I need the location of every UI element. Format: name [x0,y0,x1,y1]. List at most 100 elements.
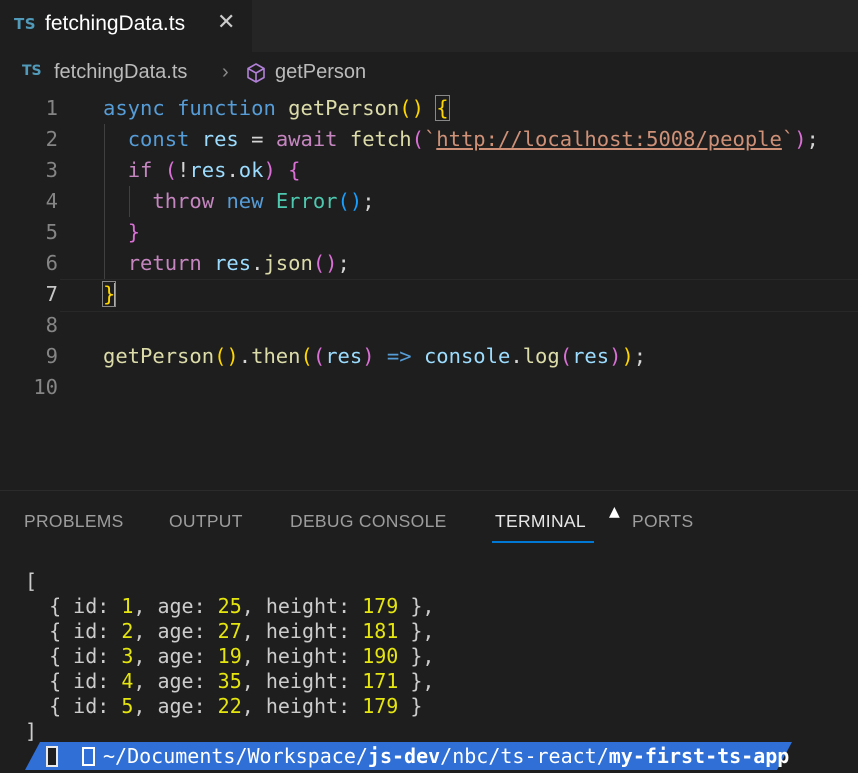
breadcrumb-file[interactable]: fetchingData.ts [54,61,187,84]
shell-prompt: ~/Documents/Workspace/js-dev/nbc/ts-reac… [0,741,858,772]
code-token: { [435,95,450,121]
code-token: ) [609,344,622,368]
terminal-key-text: , age: [133,644,218,668]
line-number: 4 [45,189,58,213]
terminal-number: 190 [362,644,399,668]
tab-problems[interactable]: PROBLEMS [24,511,124,532]
code-text: throw new Error(); [103,186,375,217]
code-line[interactable]: 7} [0,279,858,310]
editor-tab-fetchingdata[interactable]: TS fetchingData.ts ✕ [0,0,252,52]
code-token: res [189,158,227,182]
code-token: ` [423,127,437,151]
terminal-key-text: { id: [25,644,122,668]
mouse-pointer-icon: ▲ [609,504,620,520]
chevron-right-icon: › [222,61,229,83]
terminal-number: 179 [362,594,399,618]
code-token: } [127,220,141,244]
line-number: 1 [45,96,58,120]
code-token: ok [238,158,264,182]
terminal-line: [ [25,569,38,593]
terminal-key-text: , age: [133,669,218,693]
terminal-number: 35 [217,669,242,693]
code-token: . [251,251,264,275]
code-token: ; [362,189,375,213]
code-token: function [177,96,289,120]
tab-ports[interactable]: PORTS [632,511,693,532]
terminal-line: { id: 4, age: 35, height: 171 }, [25,669,434,694]
code-token: const [127,127,202,151]
code-token: () [337,189,363,213]
terminal-key-text: , age: [133,594,218,618]
terminal-line: { id: 1, age: 25, height: 179 }, [25,594,434,619]
typescript-file-icon: TS [22,63,42,79]
code-token: http://localhost:5008/people [436,127,782,151]
code-token: ( [559,344,573,368]
terminal-key-text: { id: [25,694,122,718]
prompt-path: ~/Documents/Workspace/js-dev/nbc/ts-reac… [103,744,790,768]
code-text: return res.json(); [103,248,350,279]
code-text: if (!res.ok) { [103,155,301,186]
code-token: ` [781,127,795,151]
code-token: ) [621,344,634,368]
code-line[interactable]: 10 [0,372,858,403]
code-token: ; [806,127,819,151]
terminal-key-text: , age: [133,694,218,718]
editor-tab-bar: TS fetchingData.ts ✕ [0,0,858,52]
tab-debug-console[interactable]: DEBUG CONSOLE [290,511,447,532]
code-token: () [399,96,437,120]
code-line[interactable]: 1 async function getPerson() { [0,93,858,124]
breadcrumb-symbol[interactable]: getPerson [275,61,366,84]
terminal-number: 5 [121,694,134,718]
terminal-line: { id: 2, age: 27, height: 181 }, [25,619,434,644]
code-token: . [226,158,239,182]
code-token: ; [633,344,647,368]
terminal-output[interactable]: [ { id: 1, age: 25, height: 179 }, { id:… [0,569,858,743]
code-line[interactable]: 2 const res = await fetch(`http://localh… [0,124,858,155]
code-line[interactable]: 6 return res.json(); [0,248,858,279]
code-token: { [288,158,301,182]
terminal-key-text: , height: [241,694,363,718]
terminal-punct: }, [398,644,435,668]
terminal-number: 22 [217,694,242,718]
code-token: ! [177,158,190,182]
active-tab-indicator [492,541,594,543]
breadcrumb: TS fetchingData.ts › getPerson [0,56,858,88]
code-token: = [238,127,276,151]
symbol-method-icon [245,62,267,90]
code-token: json [263,251,313,275]
code-token: ) [794,127,807,151]
code-token: getPerson [103,344,215,368]
code-token: log [522,344,560,368]
code-line[interactable]: 4 throw new Error(); [0,186,858,217]
code-text: const res = await fetch(`http://localhos… [103,124,819,155]
code-token: throw [152,189,227,213]
terminal-punct: }, [398,619,435,643]
terminal-number: 2 [121,619,134,643]
code-line[interactable]: 9 getPerson().then((res) => console.log(r… [0,341,858,372]
tab-output[interactable]: OUTPUT [169,511,243,532]
terminal-key-text: , height: [241,594,363,618]
code-token: ( [411,127,424,151]
code-token: . [238,344,252,368]
bottom-panel: PROBLEMS OUTPUT DEBUG CONSOLE TERMINAL P… [0,490,858,773]
close-icon[interactable]: ✕ [217,10,235,35]
code-line[interactable]: 8 [0,310,858,341]
terminal-key-text: , height: [241,644,363,668]
code-token: if [127,158,165,182]
code-token: ( [164,158,178,182]
tab-terminal[interactable]: TERMINAL [495,511,586,532]
terminal-punct: }, [398,669,435,693]
terminal-number: 4 [121,669,134,693]
code-token: ) [263,158,289,182]
code-token: res [325,344,363,368]
terminal-number: 27 [217,619,242,643]
terminal-number: 3 [121,644,134,668]
terminal-key-text: , height: [241,619,363,643]
terminal-key-text: , age: [133,619,218,643]
code-line[interactable]: 3 if (!res.ok) { [0,155,858,186]
code-line[interactable]: 5 } [0,217,858,248]
code-token: async [103,96,178,120]
code-token: then [251,344,301,368]
